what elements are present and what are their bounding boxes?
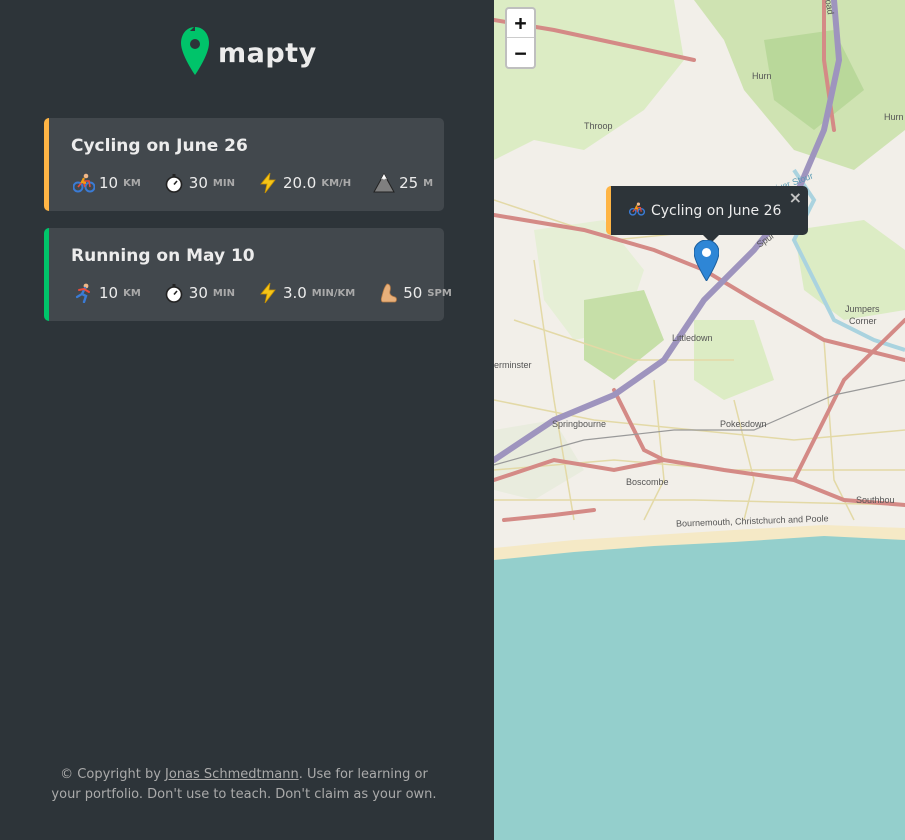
map-label: Littledown xyxy=(672,333,713,343)
foot-icon xyxy=(377,282,399,304)
stopwatch-icon xyxy=(163,172,185,194)
workout-cadence: 50 spm xyxy=(377,282,452,304)
workout-pace: 3.0 min/km xyxy=(257,282,355,304)
workout-elevation: 25 m xyxy=(373,172,433,194)
workout-distance: 10 km xyxy=(73,282,141,304)
workout-duration: 30 min xyxy=(163,172,235,194)
mountain-icon xyxy=(373,172,395,194)
map-marker[interactable] xyxy=(693,239,720,285)
lightning-icon xyxy=(257,282,279,304)
stopwatch-icon xyxy=(163,282,185,304)
cyclist-icon xyxy=(628,201,646,220)
logo: mapty xyxy=(180,25,317,81)
map-label: Springbourne xyxy=(552,419,607,429)
workout-speed: 20.0 km/h xyxy=(257,172,351,194)
copyright: © Copyright by Jonas Schmedtmann. Use fo… xyxy=(51,767,437,802)
zoom-out-button[interactable]: − xyxy=(507,38,534,67)
workout-details: 10 km 30 min xyxy=(73,282,474,304)
map-label: Hurn xyxy=(884,112,904,122)
map-label: Boscombe xyxy=(626,477,669,487)
workout-title: Running on May 10 xyxy=(71,246,255,266)
map-label: oad xyxy=(823,0,836,16)
close-icon[interactable]: × xyxy=(789,188,802,207)
zoom-in-button[interactable]: + xyxy=(507,9,534,38)
runner-icon xyxy=(73,282,95,304)
workout-item-cycling[interactable]: Cycling on June 26 10 km xyxy=(44,118,444,211)
map-pin-icon xyxy=(180,25,210,81)
workout-popup[interactable]: Cycling on June 26 × xyxy=(606,186,808,235)
workout-title: Cycling on June 26 xyxy=(71,136,248,156)
zoom-control: + − xyxy=(505,7,536,69)
author-link[interactable]: Jonas Schmedtmann xyxy=(165,767,299,782)
map-label: Southbou xyxy=(856,495,895,505)
map-label: Jumpers xyxy=(845,304,880,314)
workout-duration: 30 min xyxy=(163,282,235,304)
map-label: erminster xyxy=(494,360,532,370)
map-label: Throop xyxy=(584,121,613,131)
map-label: Corner xyxy=(849,316,877,326)
map[interactable]: Throop Hurn Hurn Littledown Jumpers Corn… xyxy=(494,0,905,840)
map-label: Pokesdown xyxy=(720,419,767,429)
lightning-icon xyxy=(257,172,279,194)
workout-item-running[interactable]: Running on May 10 10 km xyxy=(44,228,452,321)
workout-distance: 10 km xyxy=(73,172,141,194)
popup-text: Cycling on June 26 xyxy=(651,202,782,219)
map-label: Hurn xyxy=(752,71,772,81)
sidebar: mapty Cycling on June 26 10 km xyxy=(0,0,494,840)
logo-text: mapty xyxy=(218,37,317,69)
workout-details: 10 km 30 min xyxy=(73,172,455,194)
cyclist-icon xyxy=(73,172,95,194)
